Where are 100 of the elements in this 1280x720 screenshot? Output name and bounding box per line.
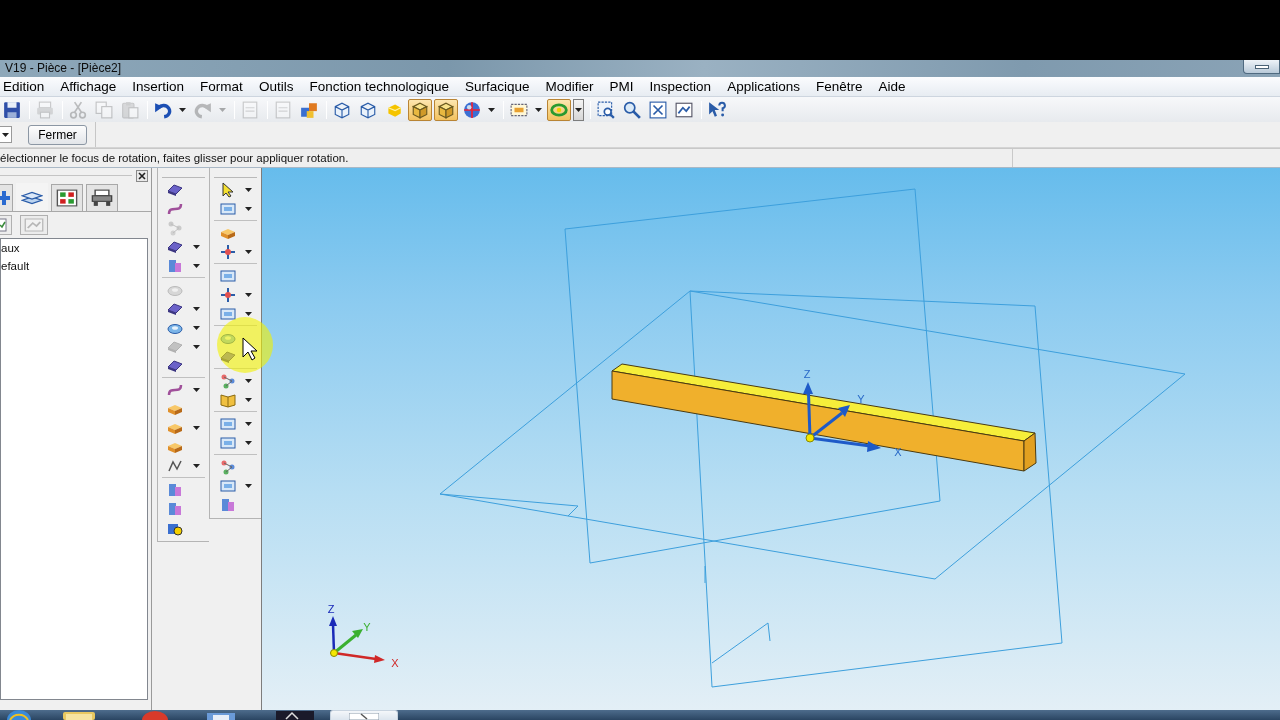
tree-item[interactable]: aux (1, 242, 20, 254)
frame-icon (220, 200, 236, 217)
clipboard-icon (121, 100, 139, 119)
dropdown-button[interactable] (573, 98, 584, 121)
menu-item[interactable]: Insertion (124, 78, 193, 95)
toolbar-button[interactable] (218, 242, 238, 261)
menu-item[interactable]: Format (192, 78, 251, 95)
nodes-icon (220, 372, 236, 389)
caret-icon (192, 306, 200, 311)
toolbar-button[interactable] (408, 98, 432, 121)
axis-label: X (391, 657, 399, 669)
axis-label: Z (327, 603, 335, 615)
wireframe-cube-icon (333, 100, 351, 119)
printer-icon (36, 100, 54, 119)
frame-icon (220, 305, 236, 322)
caret-icon (219, 107, 226, 112)
menu-item[interactable]: Fenêtre (807, 78, 871, 95)
toolbar-button[interactable] (218, 285, 238, 304)
panel-tab[interactable] (0, 184, 13, 211)
caret-icon (192, 344, 200, 349)
axis-label: Z (803, 368, 811, 380)
menu-item[interactable]: Aide (870, 78, 914, 95)
panel-tab[interactable] (16, 183, 48, 211)
tree-item[interactable]: efault (1, 260, 30, 272)
caret-icon (2, 132, 9, 137)
document-icon (274, 100, 292, 119)
caret-icon (179, 107, 186, 112)
menu-item[interactable]: PMI (601, 78, 642, 95)
panel-tab[interactable] (51, 184, 83, 211)
menu-item[interactable]: Surfacique (457, 78, 538, 95)
shaded-cube-icon (437, 100, 455, 119)
menu-item[interactable]: Modifier (537, 78, 602, 95)
tile-icon[interactable] (276, 710, 314, 720)
caret-icon (192, 425, 200, 430)
blocks-icon (300, 100, 318, 119)
zoom-area-icon (597, 100, 615, 119)
scissors-icon (69, 100, 87, 119)
toolbar-button[interactable] (646, 98, 670, 121)
panels-icon (167, 257, 183, 274)
window-icon (24, 217, 44, 233)
folder-icon[interactable] (62, 710, 96, 720)
caret-icon (192, 387, 200, 392)
undo-icon (154, 100, 172, 119)
sheet-icon (167, 300, 183, 317)
axis-label: Y (363, 621, 371, 633)
crosshair-icon (220, 286, 236, 303)
caret-icon (192, 325, 200, 330)
caret-icon (192, 244, 200, 249)
caret-icon (244, 483, 252, 488)
caret-icon (535, 107, 542, 112)
shaded-cube-icon (411, 100, 429, 119)
window-icon[interactable] (205, 710, 237, 720)
caret-icon (192, 263, 200, 268)
frame-icon (220, 477, 236, 494)
close-button[interactable] (136, 169, 148, 182)
pointer-icon (220, 181, 236, 198)
menu-item[interactable]: Inspection (641, 78, 720, 95)
panel-tab[interactable] (86, 184, 118, 211)
wireframe-cube-icon (359, 100, 377, 119)
model-viewport[interactable]: Z Y X Z Y X (262, 168, 1280, 710)
window-icon (675, 100, 693, 119)
axis-label: X (894, 446, 902, 458)
sheet-icon (167, 357, 183, 374)
caret-icon (192, 463, 200, 468)
globe-icon[interactable] (5, 710, 33, 720)
dropdown-field[interactable] (0, 126, 12, 143)
zoom-icon (623, 100, 641, 119)
minimize-button[interactable] (1243, 60, 1280, 74)
window-title: V19 - Pièce - [Pièce2] (4, 60, 122, 76)
panels-icon (167, 500, 183, 517)
frame-icon (220, 267, 236, 284)
menu-item[interactable]: Edition (0, 78, 53, 95)
caret-icon (488, 107, 495, 112)
caret-icon (244, 378, 252, 383)
book-icon (220, 391, 236, 408)
menu-item[interactable]: Outils (250, 78, 302, 95)
caret-icon (244, 440, 252, 445)
menu-item[interactable]: Applications (719, 78, 808, 95)
frame-icon (220, 434, 236, 451)
caret-icon (244, 206, 252, 211)
nodes-icon (167, 219, 183, 236)
plus-icon (0, 189, 10, 207)
pointer-icon (217, 317, 273, 373)
nodes-icon (220, 458, 236, 475)
sheet-icon (167, 181, 183, 198)
panels-icon (220, 496, 236, 513)
sheet-icon (167, 338, 183, 355)
close-button[interactable]: Fermer (28, 124, 87, 145)
color-grid-icon (56, 189, 78, 207)
close-icon (138, 171, 146, 180)
panel-button[interactable] (0, 215, 12, 235)
fit-view-icon (649, 100, 667, 119)
crosshair-icon (220, 243, 236, 260)
menu-item[interactable]: Fonction technologique (301, 78, 457, 95)
toolbar-button[interactable] (434, 98, 458, 121)
panels-icon (167, 481, 183, 498)
menu-item[interactable]: Affichage (52, 78, 125, 95)
redo-icon (194, 100, 212, 119)
caret-icon (244, 397, 252, 402)
caret-icon (244, 249, 252, 254)
